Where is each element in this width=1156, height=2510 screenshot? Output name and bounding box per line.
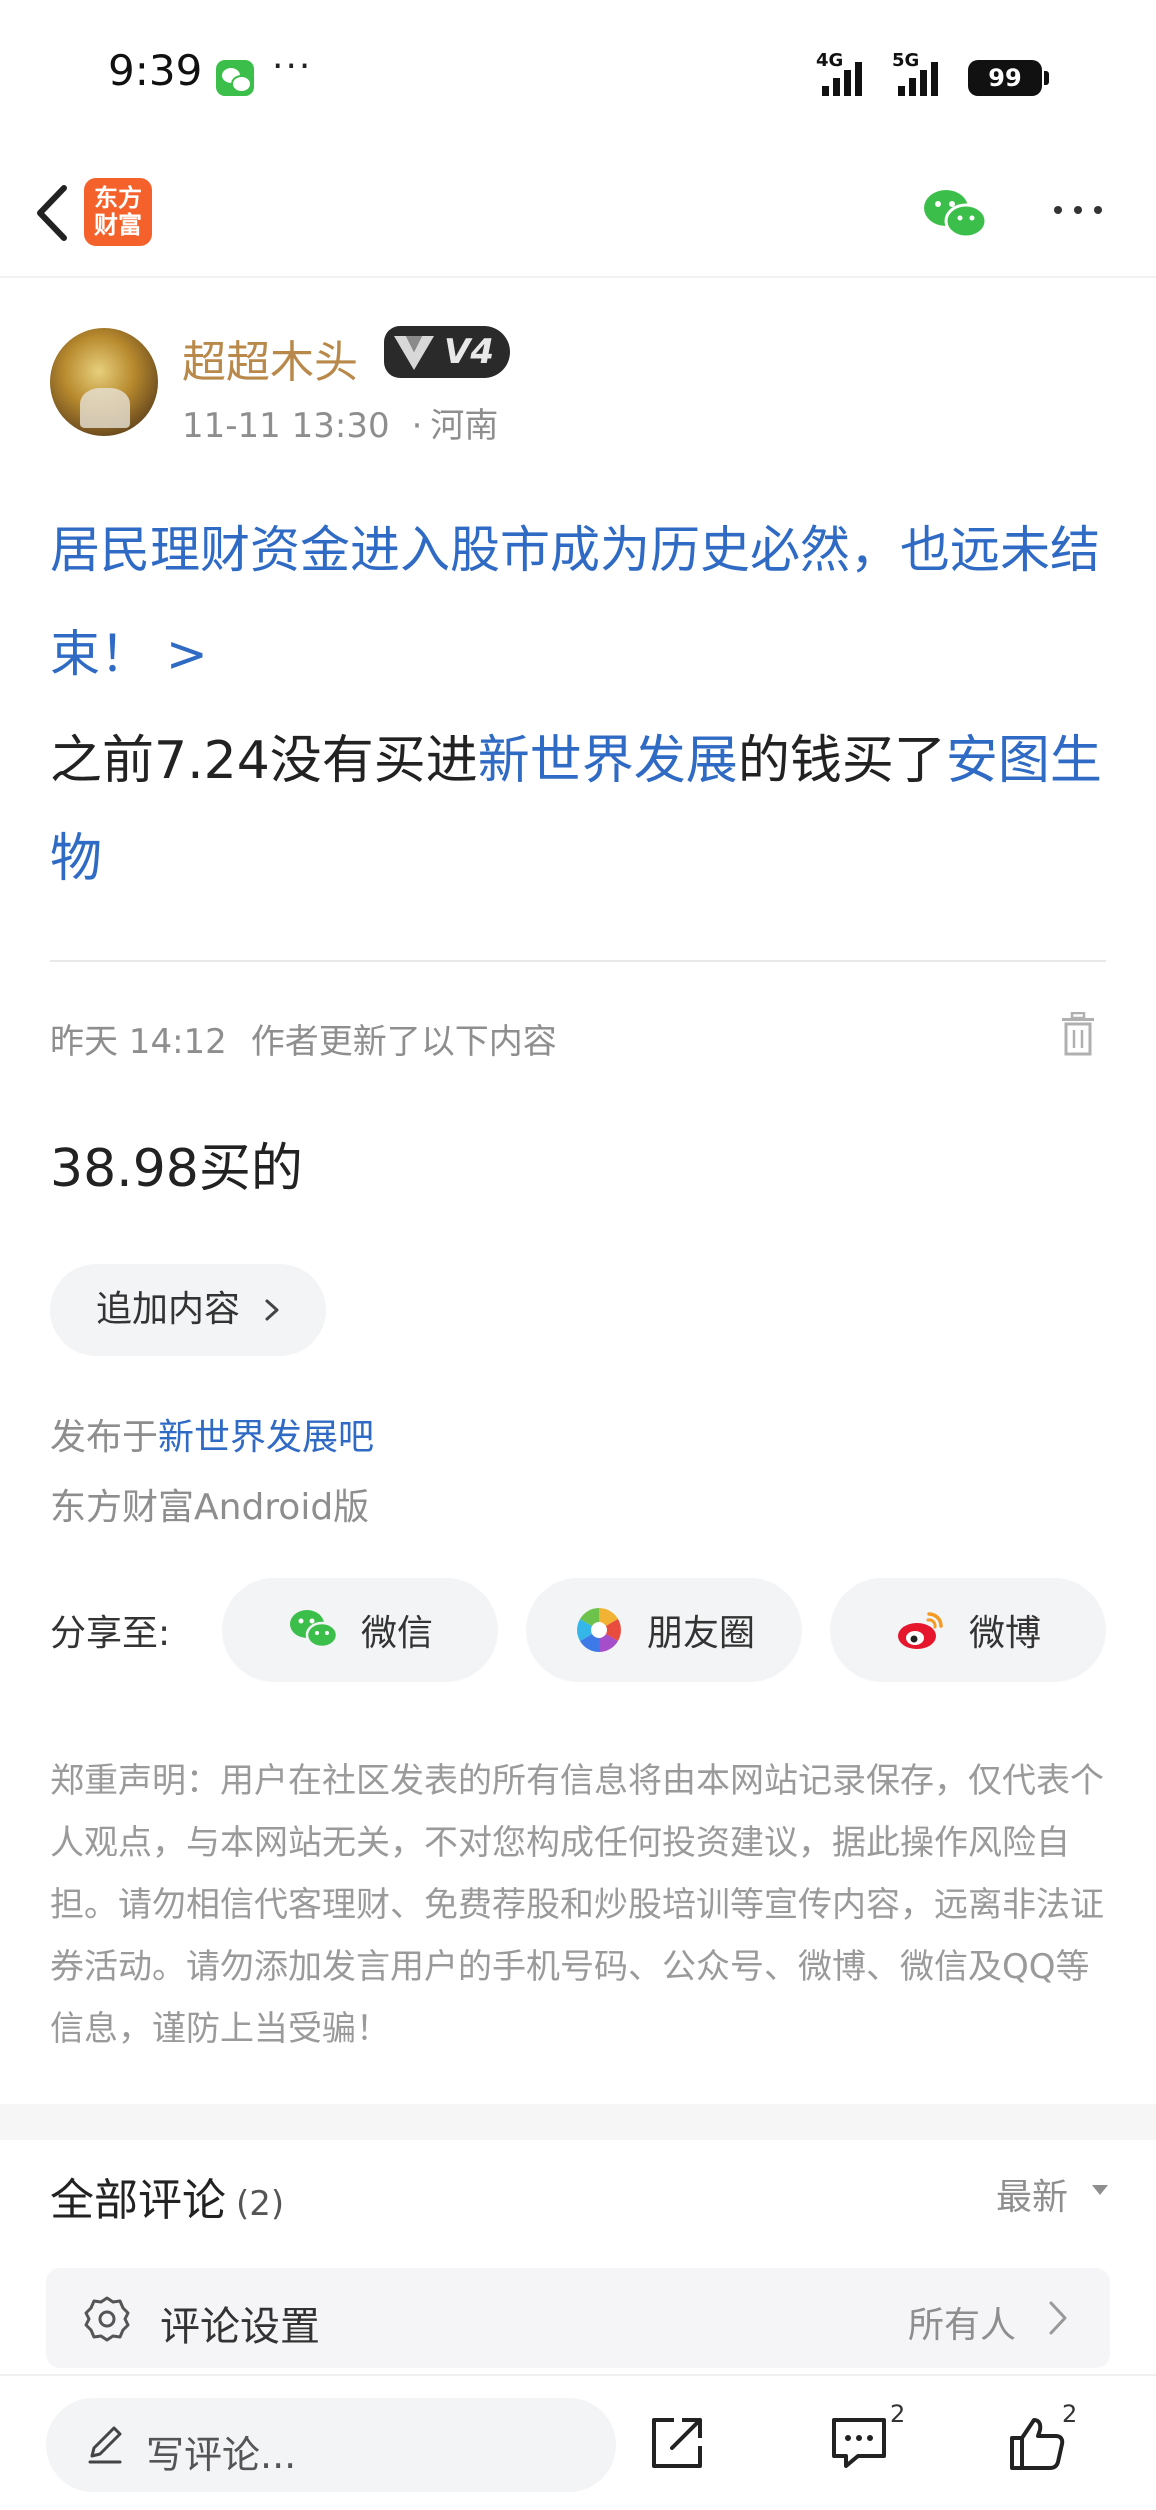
chevron-right-icon — [265, 1299, 279, 1321]
gear-icon — [84, 2296, 130, 2342]
status-indicators: 4G 5G 99 — [816, 50, 1049, 96]
share-weibo-button[interactable]: 微博 — [830, 1578, 1106, 1682]
avatar[interactable] — [50, 328, 158, 436]
post-location: 河南 — [430, 406, 499, 446]
comment-count: 2 — [890, 2400, 906, 2428]
wechat-notification-icon — [216, 60, 254, 96]
stock-bar-link[interactable]: 新世界发展吧 — [158, 1417, 374, 1458]
comment-settings-label: 评论设置 — [160, 2304, 320, 2350]
more-options-icon[interactable] — [1048, 190, 1108, 230]
published-in: 发布于新世界发展吧 — [50, 1417, 375, 1458]
comments-count: (2) — [236, 2184, 285, 2224]
bottom-action-bar: 写评论... 2 2 — [0, 2374, 1156, 2510]
comment-settings-value: 所有人 — [908, 2305, 1017, 2346]
share-external-icon[interactable] — [646, 2412, 708, 2474]
share-moments-button[interactable]: 朋友圈 — [526, 1578, 802, 1682]
disclaimer: 郑重声明：用户在社区发表的所有信息将由本网站记录保存，仅代表个人观点，与本网站无… — [50, 1761, 1104, 2049]
update-header: 昨天 14:12 作者更新了以下内容 — [50, 1014, 557, 1063]
post-title[interactable]: 居民理财资金进入股市成为历史必然，也远未结束！ > — [50, 498, 1120, 706]
client-info: 东方财富Android版 — [50, 1487, 370, 1528]
battery-icon: 99 — [968, 60, 1049, 96]
divider — [50, 960, 1106, 962]
pencil-icon — [88, 2426, 122, 2464]
diamond-level-icon — [394, 336, 434, 370]
weibo-icon — [897, 1612, 943, 1649]
wechat-icon — [289, 1610, 339, 1649]
nav-bar: 东方 财富 — [0, 150, 1156, 278]
like-icon[interactable] — [1006, 2412, 1068, 2474]
comment-icon[interactable] — [828, 2412, 890, 2474]
signal-5g-icon: 5G — [892, 50, 950, 96]
moments-icon — [577, 1608, 621, 1652]
like-count: 2 — [1062, 2400, 1078, 2428]
more-notifications-icon: ··· — [272, 46, 313, 87]
comment-settings-row[interactable]: 评论设置 所有人 — [46, 2268, 1110, 2368]
share-wechat-button[interactable]: 微信 — [222, 1578, 498, 1682]
caret-down-icon[interactable] — [1090, 2182, 1110, 2198]
update-body: 38.98买的 — [50, 1139, 303, 1199]
wechat-share-icon[interactable] — [920, 186, 990, 242]
share-label: 分享至: — [50, 1613, 171, 1654]
back-icon[interactable] — [28, 180, 88, 246]
meta-separator: · — [411, 406, 423, 446]
app-logo[interactable]: 东方 财富 — [84, 178, 152, 246]
author-name[interactable]: 超超木头 — [182, 326, 358, 390]
post-body: 之前7.24没有买进新世界发展的钱买了安图生物 — [50, 731, 1102, 889]
update-time: 昨天 14:12 — [50, 1022, 227, 1062]
section-gap — [0, 2104, 1156, 2140]
status-bar: 9:39 ··· 4G 5G 99 — [0, 0, 1156, 150]
sort-dropdown[interactable]: 最新 — [996, 2168, 1068, 2220]
delete-icon[interactable] — [1060, 1012, 1096, 1056]
post-meta: 11-11 13:30 · 河南 — [182, 398, 498, 447]
signal-4g-icon: 4G — [816, 50, 874, 96]
status-time: 9:39 — [108, 46, 203, 95]
write-comment-input[interactable]: 写评论... — [46, 2398, 616, 2492]
post-datetime: 11-11 13:30 — [182, 406, 390, 446]
append-content-button[interactable]: 追加内容 — [50, 1264, 326, 1356]
chevron-right-icon — [1049, 2301, 1067, 2335]
level-badge: V4 — [384, 326, 510, 378]
comments-heading: 全部评论 (2) — [50, 2175, 285, 2226]
update-label: 作者更新了以下内容 — [250, 1022, 557, 1062]
stock-link[interactable]: 新世界发展 — [478, 731, 738, 791]
